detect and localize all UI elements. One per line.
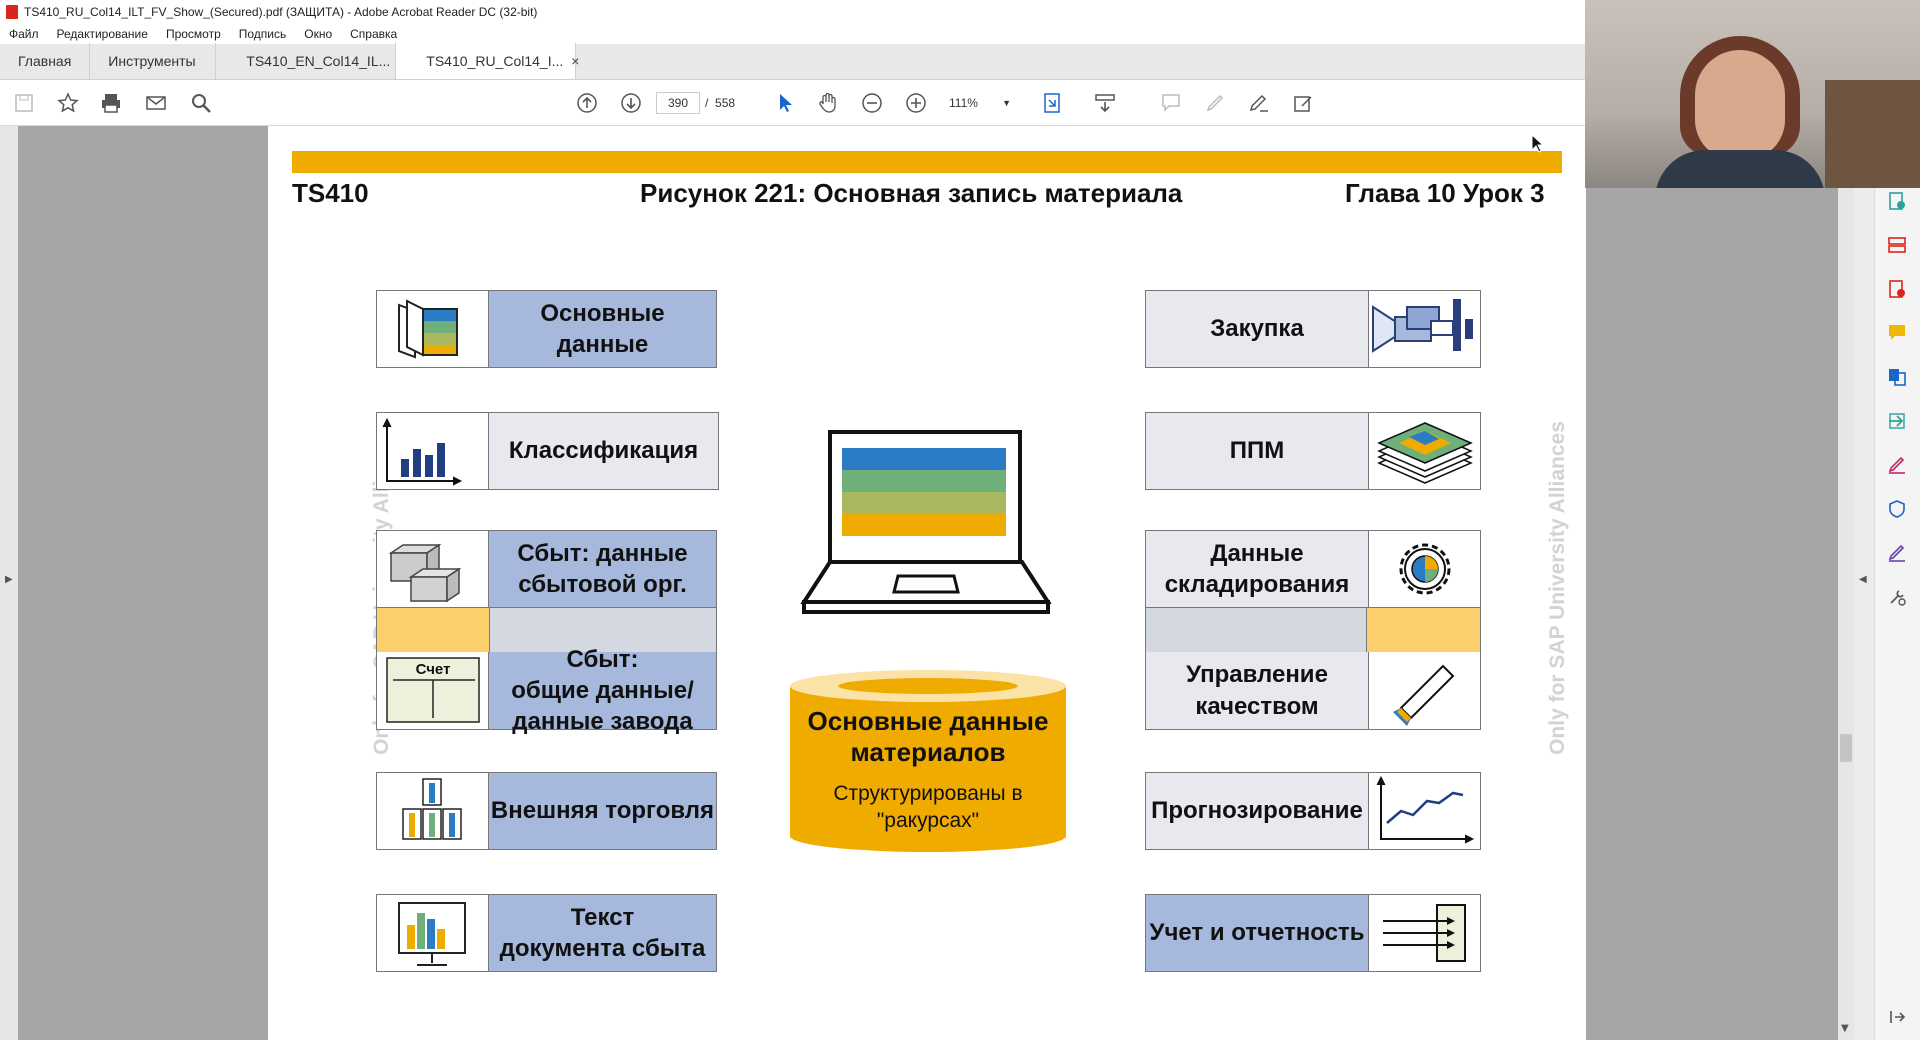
course-code: TS410	[292, 178, 369, 208]
thermometer-icon	[1368, 652, 1480, 729]
view-purchasing: Закупка	[1145, 290, 1481, 368]
view-accounting: Учет и отчетность	[1145, 894, 1481, 972]
view-sales-general-plant: Счет Сбыт: общие данные/данные завода	[376, 646, 717, 735]
vertical-scrollbar[interactable]: ▼	[1838, 126, 1854, 1040]
menu-window[interactable]: Окно	[295, 27, 341, 41]
toolbar: 390 / 558 111% ▼	[0, 80, 1585, 126]
tab-document-ru[interactable]: TS410_RU_Col14_I... ×	[396, 43, 579, 79]
close-tab-icon[interactable]: ×	[571, 53, 579, 69]
view-basic-data: Основные данные	[376, 290, 717, 368]
view-warehouse-data: Данные складирования	[1145, 530, 1481, 608]
connector-strip-right	[1145, 608, 1481, 652]
highlight-pen-icon[interactable]	[1203, 91, 1227, 115]
bar-chart-icon	[377, 413, 489, 489]
scroll-down-arrow-icon[interactable]: ▼	[1841, 1023, 1849, 1034]
menu-file[interactable]: Файл	[0, 27, 48, 41]
print-icon[interactable]	[99, 91, 123, 115]
chevron-down-icon: ▼	[1002, 98, 1011, 108]
account-ledger-icon: Счет	[377, 652, 489, 729]
create-pdf-icon[interactable]	[1886, 278, 1908, 300]
page-number-input[interactable]: 390	[656, 92, 700, 114]
save-icon[interactable]	[12, 91, 36, 115]
pdf-page: TS410 Рисунок 221: Основная запись матер…	[268, 126, 1586, 1040]
window-titlebar: TS410_RU_Col14_ILT_FV_Show_(Secured).pdf…	[0, 0, 1585, 24]
stack-of-maps-icon	[1368, 413, 1480, 489]
view-classification: Классификация	[376, 412, 719, 490]
hand-tool-icon[interactable]	[816, 91, 840, 115]
pdf-file-icon	[6, 5, 18, 19]
comment-icon[interactable]	[1159, 91, 1183, 115]
page-total: / 558	[705, 96, 736, 110]
mouse-cursor-icon	[1531, 133, 1545, 154]
zoom-out-icon[interactable]	[860, 91, 884, 115]
chapter-label: Глава 10 Урок 3	[1345, 178, 1545, 208]
scroll-mode-icon[interactable]	[1093, 91, 1117, 115]
view-mrp: ППМ	[1145, 412, 1481, 490]
slide-title: Рисунок 221: Основная запись материала	[640, 178, 1183, 208]
send-track-icon[interactable]	[1886, 410, 1908, 432]
share-edit-icon[interactable]	[1291, 91, 1315, 115]
book-icon	[377, 291, 489, 367]
view-forecasting: Прогнозирование	[1145, 772, 1481, 850]
view-sales-org-data: Сбыт: данные сбытовой орг.	[376, 530, 717, 608]
menu-help[interactable]: Справка	[341, 27, 406, 41]
laptop-icon	[798, 426, 1054, 616]
select-cursor-icon[interactable]	[773, 91, 797, 115]
slide-header-bar	[292, 151, 1562, 173]
presenter-avatar	[1655, 150, 1825, 188]
view-sales-text: Текст документа сбыта	[376, 894, 717, 972]
pipeline-arrow-icon	[1368, 291, 1480, 367]
search-icon[interactable]	[189, 91, 213, 115]
edit-signature-icon[interactable]	[1886, 542, 1908, 564]
fit-page-icon[interactable]	[1040, 91, 1064, 115]
database-title: Основные данные материалов	[807, 706, 1049, 768]
tab-document-en[interactable]: TS410_EN_Col14_IL...	[216, 43, 397, 79]
arrows-into-box-icon	[1368, 895, 1480, 971]
boxes-icon	[377, 531, 489, 607]
menu-sign[interactable]: Подпись	[230, 27, 296, 41]
tab-tools[interactable]: Инструменты	[90, 43, 217, 79]
webcam-video-overlay	[1585, 0, 1920, 188]
tab-home[interactable]: Главная	[0, 43, 91, 79]
protect-shield-icon[interactable]	[1886, 498, 1908, 520]
bookmark-star-icon[interactable]	[56, 91, 80, 115]
gear-icon	[1368, 531, 1480, 607]
tab-bar: Главная Инструменты TS410_EN_Col14_IL...…	[0, 43, 1585, 80]
left-panel-toggle[interactable]: ▶	[0, 126, 18, 1040]
zoom-in-icon[interactable]	[904, 91, 928, 115]
chevron-right-icon: ▶	[5, 574, 13, 585]
export-pdf-icon[interactable]	[1886, 190, 1908, 212]
view-foreign-trade: Внешняя торговля	[376, 772, 717, 850]
next-page-icon[interactable]	[619, 91, 643, 115]
email-icon[interactable]	[144, 91, 168, 115]
watermark-right: Only for SAP University Alliances	[1546, 421, 1569, 755]
organize-pages-icon[interactable]	[1886, 234, 1908, 256]
line-chart-icon	[1368, 773, 1480, 849]
right-panel-gap: ◀	[1854, 126, 1874, 1040]
monitor-chart-icon	[377, 895, 489, 971]
menu-view[interactable]: Просмотр	[157, 27, 230, 41]
right-tools-panel	[1874, 126, 1920, 1040]
view-quality-management: Управление качеством	[1145, 652, 1481, 730]
chevron-left-icon[interactable]: ◀	[1859, 574, 1867, 585]
collapse-panel-icon[interactable]	[1886, 1006, 1908, 1028]
account-icon-text: Счет	[416, 661, 451, 678]
database-subtitle: Структурированы в "ракурсах"	[833, 782, 1023, 833]
menu-edit[interactable]: Редактирование	[48, 27, 157, 41]
window-title: TS410_RU_Col14_ILT_FV_Show_(Secured).pdf…	[24, 5, 538, 19]
zoom-level-select[interactable]: 111% ▼	[945, 92, 1015, 114]
stacked-blocks-icon	[377, 773, 489, 849]
fill-sign-icon[interactable]	[1886, 454, 1908, 476]
more-tools-icon[interactable]	[1886, 586, 1908, 608]
comment-tool-icon[interactable]	[1886, 322, 1908, 344]
sign-icon[interactable]	[1247, 91, 1271, 115]
previous-page-icon[interactable]	[575, 91, 599, 115]
menu-bar: Файл Редактирование Просмотр Подпись Окн…	[0, 24, 1585, 44]
scrollbar-thumb[interactable]	[1840, 734, 1852, 762]
combine-files-icon[interactable]	[1886, 366, 1908, 388]
